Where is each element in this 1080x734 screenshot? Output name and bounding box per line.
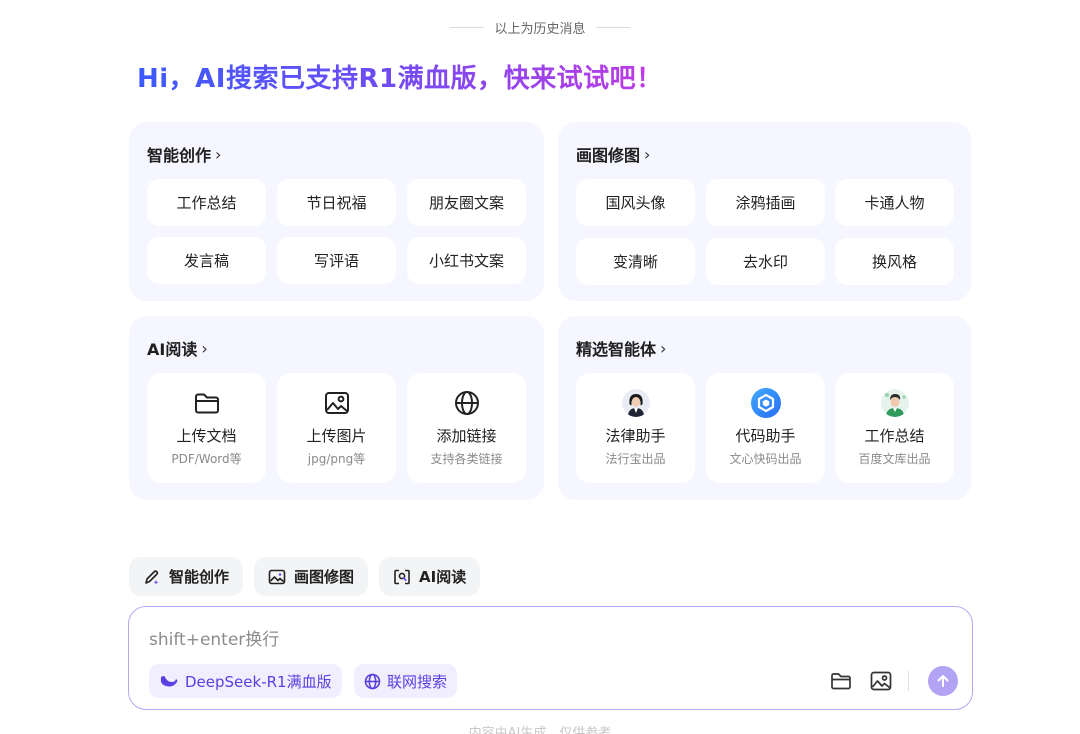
chat-composer[interactable]: shift+enter换行 DeepSeek-R1满血版 联网搜索 <box>128 606 973 710</box>
folder-icon <box>831 673 851 690</box>
pen-sparkle-icon <box>145 569 159 585</box>
tile-label: 上传图片 <box>306 427 367 445</box>
writing-card-title-text: 智能创作 <box>147 146 212 165</box>
divider-line-right <box>595 27 630 28</box>
whale-icon <box>160 676 178 687</box>
toolbar-divider <box>908 671 909 691</box>
code-assistant-tile[interactable]: 代码助手 文心快码出品 <box>706 373 825 483</box>
folder-icon <box>194 389 220 417</box>
tile-label: 法律助手 <box>605 427 666 445</box>
image-item[interactable]: 变清晰 <box>576 238 695 285</box>
writing-card: 智能创作 › 工作总结 节日祝福 朋友圈文案 发言稿 写评语 小红书文案 <box>129 122 544 301</box>
tile-sublabel: 法行宝出品 <box>605 452 666 466</box>
writing-item[interactable]: 工作总结 <box>147 179 266 226</box>
composer-placeholder[interactable]: shift+enter换行 <box>149 625 279 650</box>
reading-card: AI阅读 › 上传文档 PDF/Word等 上传图片 jpg/png等 添加链接… <box>129 316 544 500</box>
chip-image-edit[interactable]: 画图修图 <box>254 557 369 596</box>
image-item[interactable]: 国风头像 <box>576 179 695 226</box>
reading-card-title-text: AI阅读 <box>147 340 198 359</box>
image-icon <box>324 389 350 417</box>
tile-label: 代码助手 <box>735 427 796 445</box>
image-icon <box>268 569 286 584</box>
legal-assistant-tile[interactable]: 法律助手 法行宝出品 <box>576 373 695 483</box>
quick-chips: 智能创作 画图修图 AI阅读 <box>129 557 481 596</box>
image-card: 画图修图 › 国风头像 涂鸦插画 卡通人物 变清晰 去水印 换风格 <box>558 122 971 301</box>
tile-sublabel: 文心快码出品 <box>729 452 802 466</box>
image-card-title[interactable]: 画图修图 › <box>576 142 650 166</box>
model-label: DeepSeek-R1满血版 <box>185 672 332 691</box>
chevron-right-icon: › <box>644 144 651 164</box>
chip-label: 画图修图 <box>294 568 355 586</box>
web-search-label: 联网搜索 <box>387 672 448 691</box>
document-search-icon <box>394 569 410 584</box>
chevron-right-icon: › <box>215 144 222 164</box>
chevron-right-icon: › <box>660 338 667 358</box>
upload-image-tile[interactable]: 上传图片 jpg/png等 <box>277 373 396 483</box>
writing-item[interactable]: 节日祝福 <box>277 179 396 226</box>
chevron-right-icon: › <box>201 338 208 358</box>
writing-item[interactable]: 朋友圈文案 <box>407 179 526 226</box>
worker-avatar-icon <box>880 389 909 417</box>
tile-label: 添加链接 <box>436 427 497 445</box>
writing-item[interactable]: 发言稿 <box>147 237 266 284</box>
web-search-toggle[interactable]: 联网搜索 <box>354 664 458 698</box>
agents-card: 精选智能体 › 法律助手 法行宝出品 代码助手 文心快码出品 工作总结 百度文库… <box>558 316 971 500</box>
send-button[interactable] <box>928 666 958 696</box>
image-item[interactable]: 卡通人物 <box>835 179 954 226</box>
history-divider: 以上为历史消息 <box>0 18 1080 37</box>
history-divider-text: 以上为历史消息 <box>494 22 586 37</box>
agents-card-title-text: 精选智能体 <box>576 340 657 359</box>
writing-item[interactable]: 写评语 <box>277 237 396 284</box>
hero-title: Hi，AI搜索已支持R1满血版，快来试试吧！ <box>137 58 663 95</box>
work-summary-agent-tile[interactable]: 工作总结 百度文库出品 <box>835 373 954 483</box>
globe-icon <box>454 389 480 417</box>
image-item[interactable]: 涂鸦插画 <box>706 179 825 226</box>
agents-card-title[interactable]: 精选智能体 › <box>576 336 666 360</box>
tile-sublabel: 支持各类链接 <box>430 452 503 466</box>
writing-card-title[interactable]: 智能创作 › <box>147 142 221 166</box>
upload-image-button[interactable] <box>869 669 893 693</box>
upload-document-tile[interactable]: 上传文档 PDF/Word等 <box>147 373 266 483</box>
image-icon <box>870 671 892 691</box>
tile-label: 上传文档 <box>176 427 237 445</box>
deepseek-model-toggle[interactable]: DeepSeek-R1满血版 <box>149 664 342 698</box>
globe-icon <box>364 673 381 689</box>
chip-label: 智能创作 <box>169 568 230 586</box>
chip-ai-reading[interactable]: AI阅读 <box>379 557 481 596</box>
upload-file-button[interactable] <box>829 669 853 693</box>
image-item[interactable]: 换风格 <box>835 238 954 285</box>
code-logo-icon <box>750 388 781 418</box>
tile-sublabel: PDF/Word等 <box>171 452 242 466</box>
image-card-title-text: 画图修图 <box>576 146 641 165</box>
ai-disclaimer: 内容由AI生成，仅供参考 <box>468 726 612 734</box>
divider-line-left <box>450 27 485 28</box>
chip-smart-writing[interactable]: 智能创作 <box>129 557 244 596</box>
tile-label: 工作总结 <box>864 427 925 445</box>
reading-card-title[interactable]: AI阅读 › <box>147 336 208 360</box>
chip-label: AI阅读 <box>419 568 467 586</box>
writing-item[interactable]: 小红书文案 <box>407 237 526 284</box>
lawyer-avatar-icon <box>621 389 650 417</box>
image-item[interactable]: 去水印 <box>706 238 825 285</box>
add-link-tile[interactable]: 添加链接 支持各类链接 <box>407 373 526 483</box>
tile-sublabel: jpg/png等 <box>307 452 366 466</box>
tile-sublabel: 百度文库出品 <box>858 452 931 466</box>
arrow-up-icon <box>937 675 949 687</box>
